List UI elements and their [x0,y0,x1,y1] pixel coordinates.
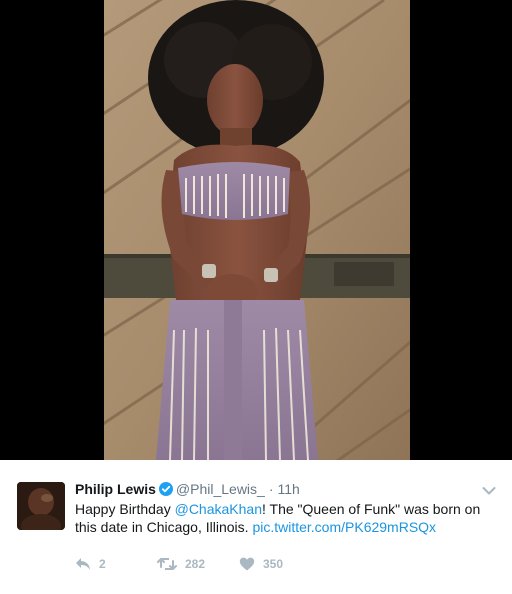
retweet-icon [157,557,177,571]
retweet-button[interactable]: 282 [157,557,239,571]
tweet-timestamp[interactable]: 11h [278,481,300,497]
tweet-actions: 2 282 350 [75,557,283,571]
media-link[interactable]: pic.twitter.com/PK629mRSQx [252,519,436,535]
tweet-text-intro: Happy Birthday [75,501,175,517]
separator-dot: · [268,481,274,497]
avatar[interactable] [17,482,65,530]
mention-link[interactable]: @ChakaKhan [175,501,262,517]
display-name[interactable]: Philip Lewis [75,481,156,497]
photo-illustration [104,0,410,460]
avatar-image [17,482,65,530]
tweet[interactable]: Philip Lewis @Phil_Lewis_ · 11h Happy Bi… [0,460,512,594]
reply-icon [75,557,91,571]
retweet-count: 282 [185,557,206,571]
tweet-media[interactable] [0,0,512,460]
reply-count: 2 [99,557,106,571]
tweet-header: Philip Lewis @Phil_Lewis_ · 11h [75,481,300,497]
tweet-photo[interactable] [104,0,410,460]
like-count: 350 [263,557,284,571]
verified-badge-icon [158,482,173,496]
tweet-text: Happy Birthday @ChakaKhan! The "Queen of… [75,500,495,536]
reply-button[interactable]: 2 [75,557,157,571]
chevron-down-icon[interactable] [482,483,496,495]
like-button[interactable]: 350 [239,557,283,571]
heart-icon [239,557,255,571]
user-handle[interactable]: @Phil_Lewis_ [176,481,265,497]
